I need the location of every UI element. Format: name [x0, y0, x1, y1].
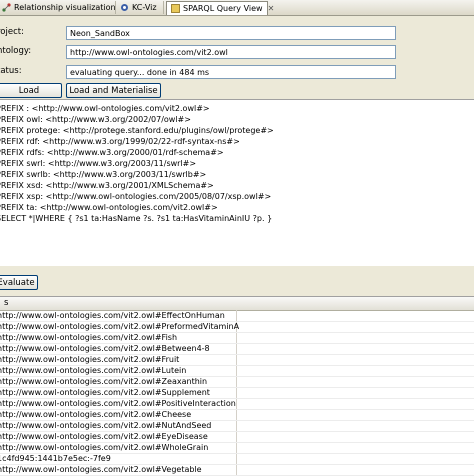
ontology-label: ntology:	[0, 46, 32, 56]
table-row[interactable]: http://www.owl-ontologies.com/vit2.owl#L…	[0, 366, 474, 377]
table-row[interactable]: http://www.owl-ontologies.com/vit2.owl#B…	[0, 344, 474, 355]
row-value: http://www.owl-ontologies.com/vit2.owl#L…	[0, 366, 187, 375]
row-value: 1c4fd945:1441b7e5ec:-7fe9	[0, 454, 111, 463]
row-value: http://www.owl-ontologies.com/vit2.owl#V…	[0, 465, 202, 474]
table-row[interactable]: http://www.owl-ontologies.com/vit2.owl#E…	[0, 432, 474, 443]
project-field[interactable]: Neon_SandBox	[66, 26, 396, 40]
table-row[interactable]: http://www.owl-ontologies.com/vit2.owl#E…	[0, 311, 474, 322]
row-value: http://www.owl-ontologies.com/vit2.owl#F…	[0, 333, 178, 342]
status-label: tatus:	[0, 66, 22, 76]
query-line: PREFIX rdfs: <http://www.w3.org/2000/01/…	[0, 148, 224, 157]
table-row[interactable]: http://www.owl-ontologies.com/vit2.owl#W…	[0, 443, 474, 454]
table-row[interactable]: 1c4fd945:1441b7e5ec:-7fe9	[0, 454, 474, 465]
table-row[interactable]: http://www.owl-ontologies.com/vit2.owl#F…	[0, 333, 474, 344]
row-value: http://www.owl-ontologies.com/vit2.owl#F…	[0, 355, 180, 364]
tab-label: Relationship visualization	[14, 3, 116, 12]
row-value: http://www.owl-ontologies.com/vit2.owl#C…	[0, 410, 192, 419]
query-line: PREFIX : <http://www.owl-ontologies.com/…	[0, 104, 210, 113]
row-value: http://www.owl-ontologies.com/vit2.owl#S…	[0, 388, 210, 397]
tab-bar: Relationship visualization KC-Viz SPARQL…	[0, 0, 474, 16]
tab-relationship-visualization[interactable]: Relationship visualization	[0, 1, 116, 14]
load-and-materialise-button[interactable]: Load and Materialise	[66, 83, 161, 98]
query-editor[interactable]: PREFIX : <http://www.owl-ontologies.com/…	[0, 99, 474, 267]
table-row[interactable]: http://www.owl-ontologies.com/vit2.owl#V…	[0, 465, 474, 476]
row-value: http://www.owl-ontologies.com/vit2.owl#P…	[0, 399, 236, 408]
table-row[interactable]: http://www.owl-ontologies.com/vit2.owl#S…	[0, 388, 474, 399]
column-header-s: s	[4, 298, 9, 308]
tab-label: SPARQL Query View	[183, 4, 263, 13]
close-icon[interactable]: ✕	[268, 4, 275, 13]
evaluate-button[interactable]: Evaluate	[0, 275, 38, 290]
table-row[interactable]: http://www.owl-ontologies.com/vit2.owl#P…	[0, 322, 474, 333]
query-line: PREFIX protege: <http://protege.stanford…	[0, 126, 274, 135]
table-row[interactable]: http://www.owl-ontologies.com/vit2.owl#C…	[0, 410, 474, 421]
results-column-header[interactable]: s	[0, 297, 474, 311]
row-value: http://www.owl-ontologies.com/vit2.owl#N…	[0, 421, 212, 430]
query-line: PREFIX xsp: <http://www.owl-ontologies.c…	[0, 192, 272, 201]
ontology-field[interactable]: http://www.owl-ontologies.com/vit2.owl	[66, 45, 396, 59]
results-table: s http://www.owl-ontologies.com/vit2.owl…	[0, 296, 474, 476]
row-value: http://www.owl-ontologies.com/vit2.owl#Z…	[0, 377, 208, 386]
query-settings-panel: roject: Neon_SandBox ntology: http://www…	[0, 16, 474, 99]
row-value: http://www.owl-ontologies.com/vit2.owl#E…	[0, 311, 225, 320]
row-value: http://www.owl-ontologies.com/vit2.owl#W…	[0, 443, 209, 452]
row-value: http://www.owl-ontologies.com/vit2.owl#E…	[0, 432, 208, 441]
query-line: PREFIX ta: <http://www.owl-ontologies.co…	[0, 203, 218, 212]
table-row[interactable]: http://www.owl-ontologies.com/vit2.owl#N…	[0, 421, 474, 432]
table-row[interactable]: http://www.owl-ontologies.com/vit2.owl#P…	[0, 399, 474, 410]
sparql-icon	[171, 4, 180, 13]
table-row[interactable]: http://www.owl-ontologies.com/vit2.owl#Z…	[0, 377, 474, 388]
tab-kc-viz[interactable]: KC-Viz	[116, 1, 164, 14]
query-line: SELECT *|WHERE { ?s1 ta:HasName ?s. ?s1 …	[0, 214, 273, 223]
query-line: PREFIX swrl: <http://www.w3.org/2003/11/…	[0, 159, 197, 168]
query-line: PREFIX swrlb: <http://www.w3.org/2003/11…	[0, 170, 207, 179]
tab-label: KC-Viz	[132, 3, 157, 12]
graph-icon	[2, 3, 11, 12]
query-line: PREFIX rdf: <http://www.w3.org/1999/02/2…	[0, 137, 240, 146]
row-value: http://www.owl-ontologies.com/vit2.owl#P…	[0, 322, 240, 331]
load-button[interactable]: Load	[0, 83, 62, 98]
tab-sparql-query-view[interactable]: SPARQL Query View ✕	[166, 1, 274, 15]
query-line: PREFIX xsd: <http://www.w3.org/2001/XMLS…	[0, 181, 214, 190]
project-label: roject:	[0, 27, 24, 37]
evaluate-bar: Evaluate	[0, 266, 474, 296]
row-value: http://www.owl-ontologies.com/vit2.owl#B…	[0, 344, 210, 353]
kcviz-icon	[120, 3, 129, 12]
table-row[interactable]: http://www.owl-ontologies.com/vit2.owl#F…	[0, 355, 474, 366]
status-field: evaluating query... done in 484 ms	[66, 65, 396, 79]
query-line: PREFIX owl: <http://www.w3.org/2002/07/o…	[0, 115, 191, 124]
